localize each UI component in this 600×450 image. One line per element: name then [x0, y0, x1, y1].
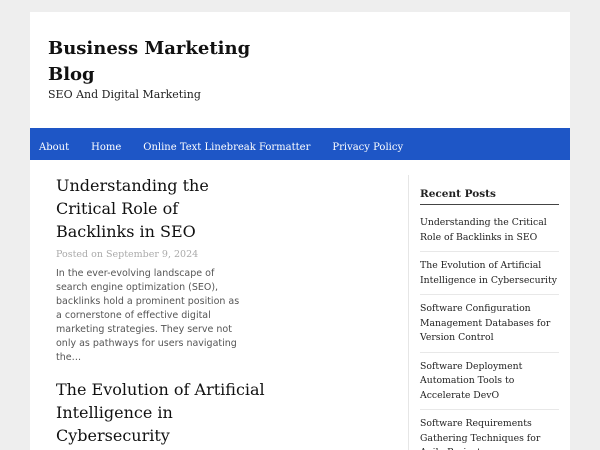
site-title-link[interactable]: Business Marketing Blog: [48, 36, 278, 88]
post-date: Posted on September 9, 2024: [56, 249, 199, 260]
post-excerpt: In the ever-evolving landscape of search…: [56, 268, 240, 363]
nav-item-about[interactable]: About: [39, 142, 69, 153]
post-title-link[interactable]: Understanding the Critical Role of Backl…: [56, 174, 256, 243]
recent-post-item: Software Deployment Automation Tools to …: [420, 353, 559, 410]
recent-post-link[interactable]: The Evolution of Artificial Intelligence…: [420, 259, 559, 288]
page-container: Business Marketing Blog SEO And Digital …: [30, 12, 570, 450]
recent-post-link[interactable]: Software Deployment Automation Tools to …: [420, 360, 559, 404]
post-article: The Evolution of Artificial Intelligence…: [56, 378, 265, 447]
main-navigation: About Home Online Text Linebreak Formatt…: [30, 128, 570, 160]
nav-item-privacy-policy[interactable]: Privacy Policy: [332, 142, 403, 153]
recent-posts-heading: Recent Posts: [420, 188, 559, 205]
recent-posts-list: Understanding the Critical Role of Backl…: [420, 209, 559, 450]
site-tagline: SEO And Digital Marketing: [48, 88, 201, 101]
recent-post-link[interactable]: Software Requirements Gathering Techniqu…: [420, 417, 559, 450]
recent-post-item: Software Requirements Gathering Techniqu…: [420, 410, 559, 450]
post-title-link[interactable]: The Evolution of Artificial Intelligence…: [56, 378, 266, 447]
sidebar: Recent Posts Understanding the Critical …: [408, 175, 570, 450]
site-header: Business Marketing Blog SEO And Digital …: [30, 12, 570, 128]
post-article: Understanding the Critical Role of Backl…: [56, 174, 256, 365]
recent-post-item: The Evolution of Artificial Intelligence…: [420, 252, 559, 295]
recent-post-link[interactable]: Software Configuration Management Databa…: [420, 302, 559, 346]
recent-post-link[interactable]: Understanding the Critical Role of Backl…: [420, 216, 559, 245]
recent-post-item: Software Configuration Management Databa…: [420, 295, 559, 353]
nav-item-home[interactable]: Home: [91, 142, 121, 153]
recent-post-item: Understanding the Critical Role of Backl…: [420, 209, 559, 252]
nav-item-linebreak-formatter[interactable]: Online Text Linebreak Formatter: [143, 142, 310, 153]
